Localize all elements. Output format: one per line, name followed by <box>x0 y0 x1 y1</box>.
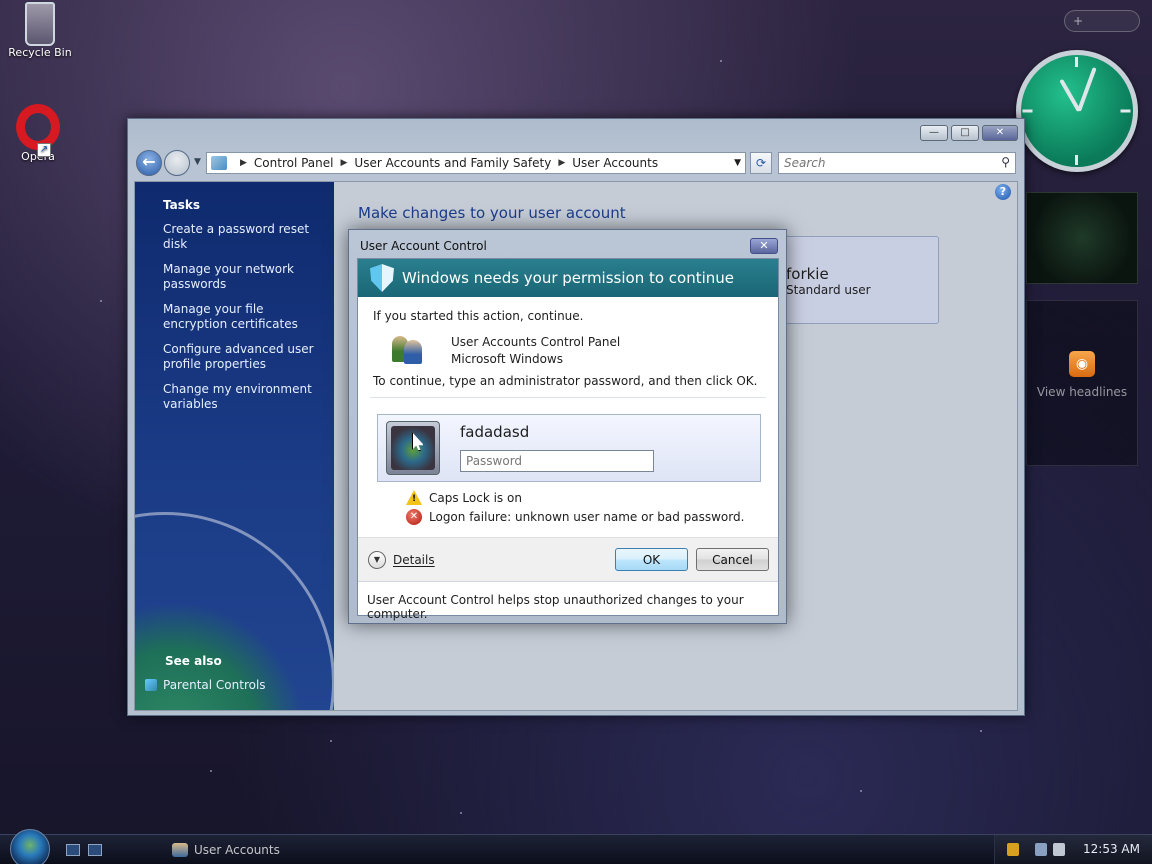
desktop-icon-opera[interactable]: ↗ Opera <box>0 104 78 163</box>
parental-controls-link[interactable]: Parental Controls <box>163 678 266 692</box>
task-manage-file-encryption[interactable]: Manage your file encryption certificates <box>163 302 323 332</box>
uac-banner-text: Windows needs your permission to continu… <box>402 269 735 287</box>
taskbar-item-user-accounts[interactable]: User Accounts <box>166 838 326 862</box>
search-box[interactable]: ⚲ <box>778 152 1016 174</box>
task-create-password-reset-disk[interactable]: Create a password reset disk <box>163 222 323 252</box>
task-configure-profile-properties[interactable]: Configure advanced user profile properti… <box>163 342 323 372</box>
navigation-bar: ← ▼ ▶ Control Panel ▶ User Accounts and … <box>136 149 1016 177</box>
task-list: Create a password reset disk Manage your… <box>163 222 323 422</box>
breadcrumb-user-accounts[interactable]: User Accounts <box>572 156 658 170</box>
clock-minute-hand <box>1077 67 1097 112</box>
user-accounts-icon <box>172 843 188 857</box>
address-dropdown-icon[interactable]: ▼ <box>734 158 741 168</box>
recent-pages-dropdown[interactable]: ▼ <box>194 157 201 167</box>
see-also-parental-controls[interactable]: Parental Controls <box>145 678 266 692</box>
uac-close-button[interactable]: ✕ <box>750 238 778 254</box>
uac-instruction: To continue, type an administrator passw… <box>373 374 758 388</box>
credential-account-name: fadadasd <box>460 423 530 441</box>
task-manage-network-passwords[interactable]: Manage your network passwords <box>163 262 323 292</box>
parental-controls-icon <box>145 679 157 691</box>
desktop-icon-recycle-bin[interactable]: Recycle Bin <box>0 2 80 59</box>
search-icon[interactable]: ⚲ <box>1001 155 1010 169</box>
shortcut-arrow-icon: ↗ <box>37 143 51 157</box>
user-account-tile: forkie Standard user <box>765 236 939 324</box>
tasks-heading: Tasks <box>163 198 201 212</box>
task-pane: Tasks Create a password reset disk Manag… <box>135 182 334 710</box>
slideshow-gadget[interactable] <box>1026 192 1138 284</box>
address-bar[interactable]: ▶ Control Panel ▶ User Accounts and Fami… <box>206 152 746 174</box>
clock-gadget[interactable] <box>1016 50 1138 172</box>
cancel-button[interactable]: Cancel <box>696 548 769 571</box>
taskbar-clock[interactable]: 12:53 AM <box>1083 842 1140 856</box>
breadcrumb-user-accounts-family-safety[interactable]: User Accounts and Family Safety <box>354 156 551 170</box>
ok-button[interactable]: OK <box>615 548 688 571</box>
details-toggle[interactable]: ▼ Details <box>368 551 435 569</box>
chevron-right-icon[interactable]: ▶ <box>558 158 565 168</box>
chevron-right-icon[interactable]: ▶ <box>341 158 348 168</box>
window-controls: — □ ✕ <box>920 125 1018 141</box>
maximize-button[interactable]: □ <box>951 125 979 141</box>
taskbar-item-label: User Accounts <box>194 843 280 857</box>
sidebar-add-gadget-button[interactable]: + <box>1064 10 1140 32</box>
back-button[interactable]: ← <box>136 150 162 176</box>
caps-lock-warning: ! Caps Lock is on <box>406 490 522 505</box>
uac-program-name: User Accounts Control Panel <box>451 335 621 349</box>
page-title: Make changes to your user account <box>358 204 626 222</box>
forward-button[interactable] <box>164 150 190 176</box>
caps-lock-text: Caps Lock is on <box>429 490 522 505</box>
close-button[interactable]: ✕ <box>982 125 1018 141</box>
recycle-bin-icon <box>25 2 55 46</box>
security-shield-icon[interactable] <box>1007 843 1019 856</box>
uac-body: Windows needs your permission to continu… <box>357 258 779 621</box>
shield-icon <box>370 264 394 292</box>
volume-icon[interactable] <box>1053 843 1065 856</box>
uac-title: User Account Control <box>360 239 487 253</box>
help-icon[interactable]: ? <box>995 184 1011 200</box>
task-change-environment-variables[interactable]: Change my environment variables <box>163 382 323 412</box>
warning-icon: ! <box>406 490 422 505</box>
rss-icon: ◉ <box>1069 351 1095 377</box>
logon-failure-message: ✕ Logon failure: unknown user name or ba… <box>406 509 744 525</box>
feeds-label[interactable]: View headlines <box>1027 385 1137 399</box>
refresh-button[interactable]: ⟳ <box>750 152 772 174</box>
password-field[interactable] <box>460 450 654 472</box>
feed-headlines-gadget[interactable]: ◉ View headlines <box>1026 300 1138 466</box>
show-desktop-icon[interactable] <box>66 844 80 856</box>
network-icon[interactable] <box>1035 843 1047 856</box>
uac-dialog: User Account Control ✕ Windows needs you… <box>348 229 787 624</box>
uac-banner: Windows needs your permission to continu… <box>358 259 778 297</box>
search-input[interactable] <box>784 153 984 173</box>
taskbar: User Accounts 12:53 AM <box>0 829 1152 864</box>
uac-button-bar: ▼ Details OK Cancel <box>358 537 778 581</box>
uac-started-text: If you started this action, continue. <box>373 309 584 323</box>
error-icon: ✕ <box>406 509 422 525</box>
details-label[interactable]: Details <box>393 553 435 567</box>
credential-tile[interactable]: fadadasd <box>377 414 761 482</box>
notification-area: 12:53 AM <box>994 835 1152 864</box>
start-button[interactable] <box>10 829 50 864</box>
breadcrumb-control-panel[interactable]: Control Panel <box>254 156 334 170</box>
switch-windows-icon[interactable] <box>88 844 102 856</box>
see-also-heading: See also <box>165 654 222 668</box>
minimize-button[interactable]: — <box>920 125 948 141</box>
opera-icon: ↗ <box>16 104 60 157</box>
logon-failure-text: Logon failure: unknown user name or bad … <box>429 510 745 524</box>
user-type: Standard user <box>786 283 871 297</box>
uac-help-link[interactable]: User Account Control helps stop unauthor… <box>367 593 778 621</box>
chevron-right-icon[interactable]: ▶ <box>240 158 247 168</box>
uac-publisher: Microsoft Windows <box>451 352 563 366</box>
user-name: forkie <box>786 265 829 283</box>
chevron-down-icon[interactable]: ▼ <box>368 551 386 569</box>
user-accounts-icon <box>392 334 424 364</box>
desktop-icon-label: Recycle Bin <box>8 46 72 59</box>
control-panel-icon <box>211 156 227 170</box>
